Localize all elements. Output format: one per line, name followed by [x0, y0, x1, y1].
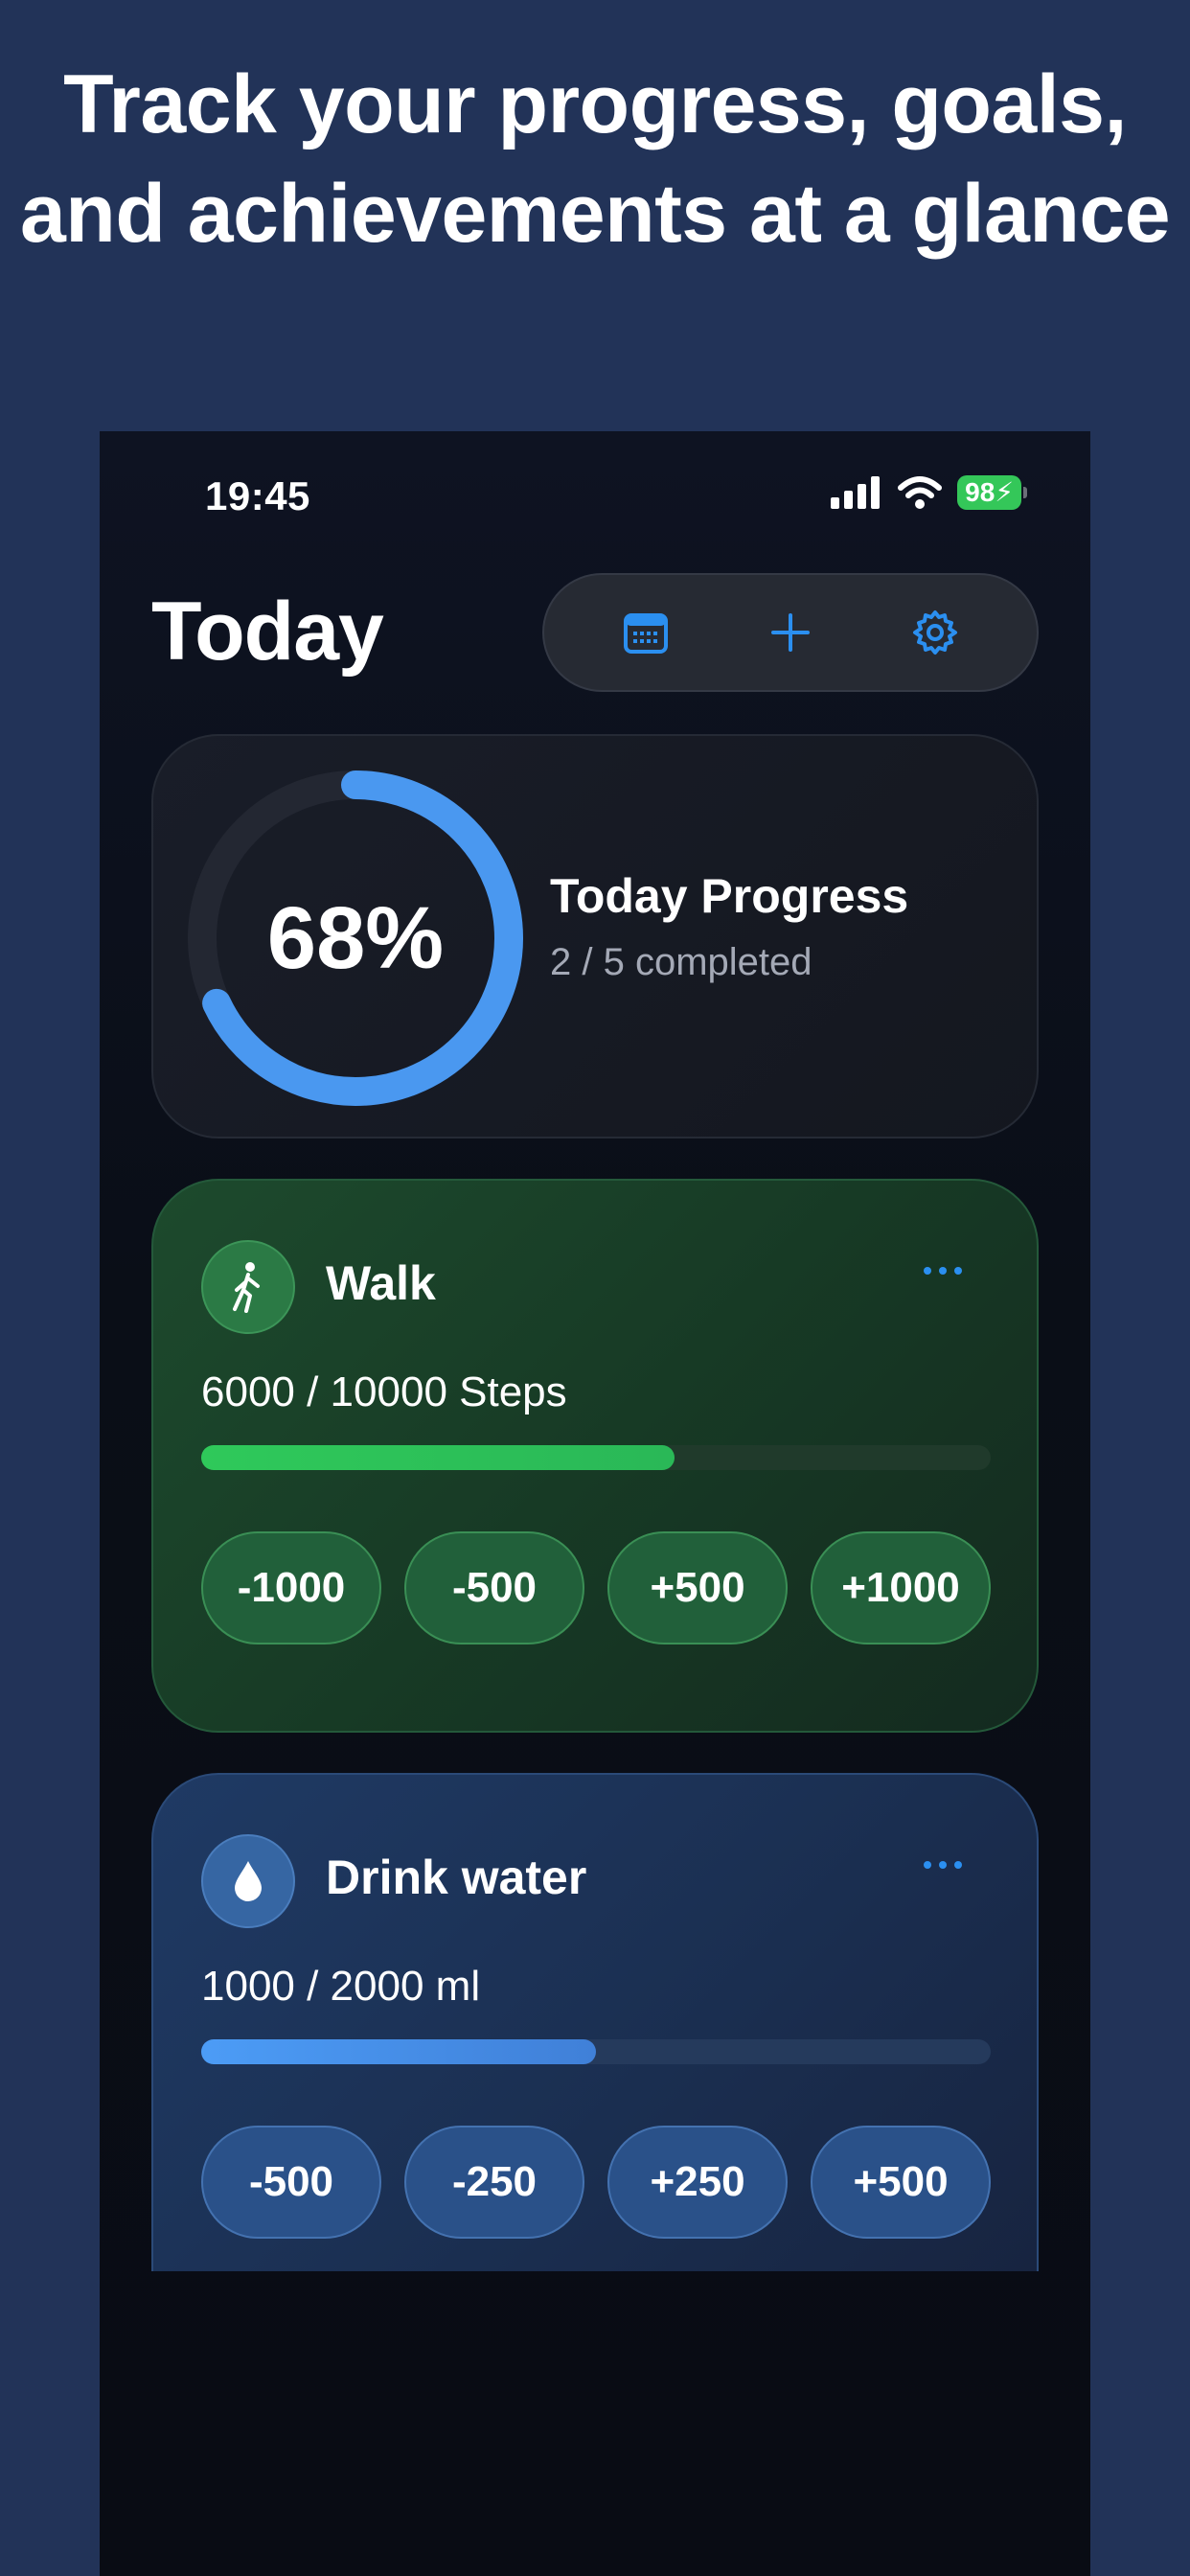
- decrement-500-button[interactable]: -500: [201, 2126, 381, 2239]
- calendar-button[interactable]: [603, 589, 689, 676]
- habit-card-walk[interactable]: Walk 6000 / 10000 Steps -1000 -500 +500 …: [151, 1179, 1039, 1733]
- battery-charging-icon: 98⚡: [957, 475, 1027, 510]
- plus-icon: [770, 613, 810, 652]
- battery-level: 98: [965, 477, 995, 507]
- wifi-icon: [898, 476, 943, 509]
- water-drop-icon: [235, 1861, 262, 1901]
- habit-card-drink-water[interactable]: Drink water 1000 / 2000 ml -500 -250 +25…: [151, 1773, 1039, 2271]
- habit-count: 6000 / 10000 Steps: [201, 1368, 567, 1415]
- cellular-signal-icon: [831, 476, 881, 509]
- ellipsis-icon: [924, 1267, 931, 1275]
- decrement-250-button[interactable]: -250: [404, 2126, 584, 2239]
- progress-subtitle: 2 / 5 completed: [550, 941, 812, 983]
- page-title: Today: [151, 586, 384, 678]
- decrement-500-button[interactable]: -500: [404, 1531, 584, 1644]
- headline-line-2: and achievements at a glance: [19, 168, 1171, 260]
- status-icons: 98⚡: [831, 475, 1027, 510]
- calendar-icon: [623, 613, 668, 654]
- increment-500-button[interactable]: +500: [811, 2126, 991, 2239]
- more-options-button[interactable]: [924, 1861, 962, 1869]
- habit-count: 1000 / 2000 ml: [201, 1963, 481, 2010]
- more-options-button[interactable]: [924, 1267, 962, 1275]
- increment-500-button[interactable]: +500: [607, 1531, 788, 1644]
- habit-name: Walk: [326, 1256, 436, 1310]
- settings-button[interactable]: [892, 589, 978, 676]
- habit-avatar: [201, 1240, 295, 1334]
- decrement-1000-button[interactable]: -1000: [201, 1531, 381, 1644]
- progress-percent: 68%: [266, 888, 445, 987]
- gear-icon: [913, 610, 958, 655]
- headline-line-1: Track your progress, goals,: [63, 58, 1127, 150]
- status-time: 19:45: [205, 473, 310, 518]
- adjust-buttons: -500 -250 +250 +500: [201, 2126, 991, 2239]
- habit-name: Drink water: [326, 1851, 587, 1904]
- ellipsis-icon: [924, 1861, 931, 1869]
- increment-1000-button[interactable]: +1000: [811, 1531, 991, 1644]
- habit-avatar: [201, 1834, 295, 1928]
- habit-progress-bar: [201, 2039, 991, 2064]
- habit-progress-fill: [201, 1445, 675, 1470]
- header-toolbar: [542, 573, 1039, 692]
- phone-screen: 19:45 98⚡ Today 68% Today Progress 2 / 5…: [100, 431, 1090, 2576]
- walking-person-icon: [233, 1262, 260, 1313]
- habit-progress-fill: [201, 2039, 596, 2064]
- promo-headline: Track your progress, goals, and achievem…: [0, 50, 1190, 268]
- today-progress-card: 68% Today Progress 2 / 5 completed: [151, 734, 1039, 1138]
- habit-progress-bar: [201, 1445, 991, 1470]
- add-habit-button[interactable]: [747, 589, 834, 676]
- progress-title: Today Progress: [550, 869, 909, 923]
- increment-250-button[interactable]: +250: [607, 2126, 788, 2239]
- adjust-buttons: -1000 -500 +500 +1000: [201, 1531, 991, 1644]
- charging-bolt: ⚡: [995, 477, 1014, 507]
